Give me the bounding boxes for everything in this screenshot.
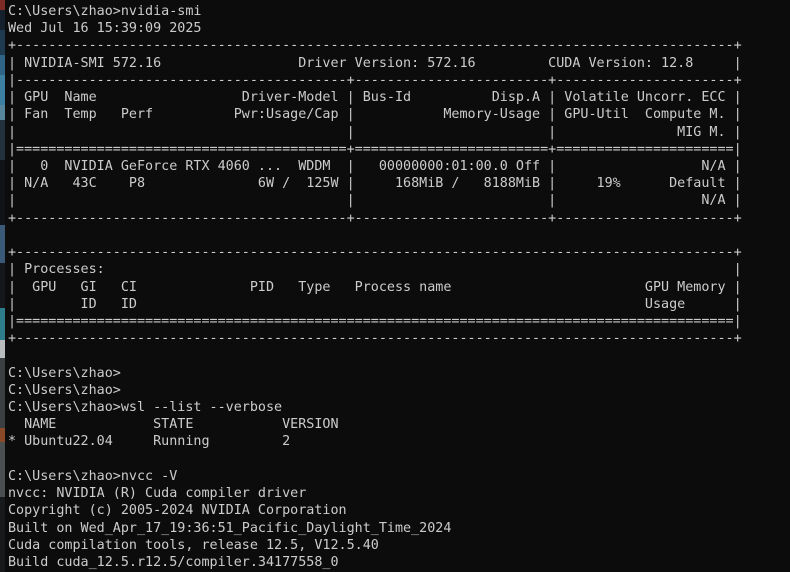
terminal-line-nvcc-copyright: Copyright (c) 2005-2024 NVIDIA Corporati… [8,502,790,519]
terminal-line-processes-header-2: | ID ID Usage | [8,296,790,313]
terminal-line-column-header-2: | Fan Temp Perf Pwr:Usage/Cap | Memory-U… [8,106,790,123]
terminal-line-smi-version-header: | NVIDIA-SMI 572.16 Driver Version: 572.… [8,55,790,72]
terminal-line-prompt-nvidia-smi: C:\Users\zhao>nvidia-smi [8,3,790,20]
terminal-line-column-header-3: | | | MIG M. | [8,124,790,141]
terminal-line-blank [8,347,790,364]
terminal-line-table-divider: |---------------------------------------… [8,72,790,89]
terminal-line-gpu-row-2: | N/A 43C P8 6W / 125W | 168MiB / 8188Mi… [8,175,790,192]
terminal-line-column-header-1: | GPU Name Driver-Model | Bus-Id Disp.A … [8,89,790,106]
terminal-line-table-bottom-border: +---------------------------------------… [8,210,790,227]
terminal-line-prompt-wsl-list: C:\Users\zhao>wsl --list --verbose [8,399,790,416]
terminal-line-processes-title: | Processes: | [8,261,790,278]
terminal-screen[interactable]: C:\Users\zhao>nvidia-smi Wed Jul 16 15:3… [5,0,790,572]
terminal-line-nvcc-built-on: Built on Wed_Apr_17_19:36:51_Pacific_Day… [8,520,790,537]
terminal-line-processes-header-1: | GPU GI CI PID Type Process name GPU Me… [8,279,790,296]
terminal-line-processes-bottom-border: +---------------------------------------… [8,330,790,347]
terminal-line-wsl-header: NAME STATE VERSION [8,416,790,433]
terminal-line-processes-border: +---------------------------------------… [8,244,790,261]
terminal-line-blank [8,227,790,244]
terminal-line-nvcc-build: Build cuda_12.5.r12.5/compiler.34177558_… [8,554,790,571]
terminal-line-processes-separator: |=======================================… [8,313,790,330]
terminal-line-table-border: +---------------------------------------… [8,37,790,54]
terminal-line-table-separator: |=======================================… [8,141,790,158]
background-window-sliver [0,0,5,572]
terminal-line-nvcc-release: Cuda compilation tools, release 12.5, V1… [8,537,790,554]
terminal-line-prompt-empty-2: C:\Users\zhao> [8,382,790,399]
terminal-line-gpu-row-1: | 0 NVIDIA GeForce RTX 4060 ... WDDM | 0… [8,158,790,175]
terminal-line-nvcc-driver: nvcc: NVIDIA (R) Cuda compiler driver [8,485,790,502]
terminal-line-blank [8,451,790,468]
terminal-line-prompt-empty-1: C:\Users\zhao> [8,365,790,382]
terminal-line-timestamp: Wed Jul 16 15:39:09 2025 [8,20,790,37]
terminal-line-gpu-row-3: | | | N/A | [8,192,790,209]
terminal-line-prompt-nvcc: C:\Users\zhao>nvcc -V [8,468,790,485]
terminal-line-wsl-distro-row: * Ubuntu22.04 Running 2 [8,433,790,450]
